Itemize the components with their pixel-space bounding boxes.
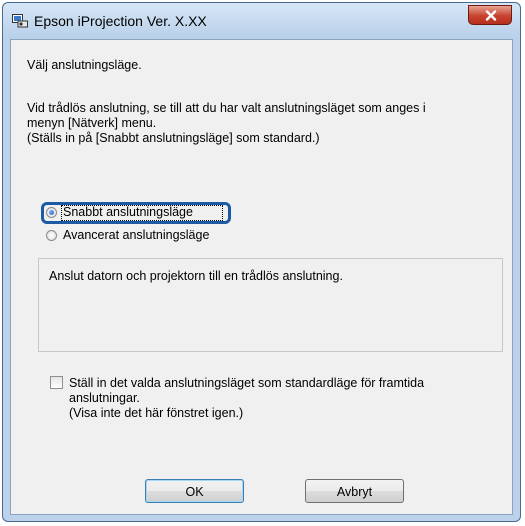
ok-button[interactable]: OK (145, 479, 244, 503)
set-default-checkbox[interactable] (50, 376, 63, 389)
close-button[interactable] (468, 5, 512, 25)
set-default-label-line-3[interactable]: (Visa inte det här fönstret igen.) (69, 406, 243, 421)
set-default-label-line-2[interactable]: anslutningar. (69, 391, 140, 406)
radio-button-unselected[interactable] (46, 230, 57, 241)
info-text-line-1: Vid trådlös anslutning, se till att du h… (27, 101, 426, 115)
info-text-line-2: menyn [Nätverk] menu. (27, 116, 157, 130)
intro-text: Välj anslutningsläge. (27, 58, 142, 72)
dialog-body: Välj anslutningsläge. Vid trådlös anslut… (10, 39, 513, 515)
radio-advanced-connection-label[interactable]: Avancerat anslutningsläge (63, 228, 209, 243)
info-text-line-3: (Ställs in på [Snabbt anslutningsläge] s… (27, 131, 320, 145)
app-projector-icon (12, 14, 28, 28)
window-title: Epson iProjection Ver. X.XX (34, 13, 207, 29)
radio-quick-connection-label[interactable]: Snabbt anslutningsläge (63, 205, 193, 220)
mode-description-text: Anslut datorn och projektorn till en trå… (49, 269, 343, 283)
cancel-button[interactable]: Avbryt (305, 479, 404, 503)
dialog-window: Epson iProjection Ver. X.XX Välj anslutn… (2, 2, 521, 522)
mode-description-box: Anslut datorn och projektorn till en trå… (38, 258, 503, 352)
radio-button-selected[interactable] (46, 207, 57, 218)
title-bar[interactable]: Epson iProjection Ver. X.XX (3, 3, 520, 39)
set-default-label-line-1[interactable]: Ställ in det valda anslutningsläget som … (69, 376, 424, 391)
